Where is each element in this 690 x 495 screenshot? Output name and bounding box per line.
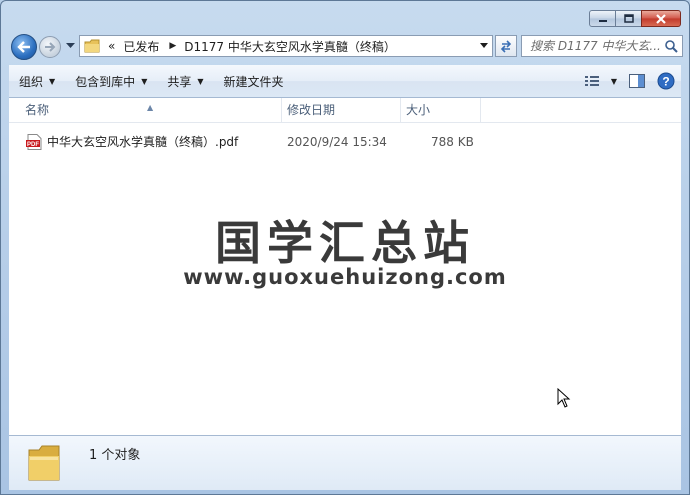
file-list[interactable]: 名称 ▲ 修改日期 大小 PDF 中华大玄空风水学真髓（终稿）.pdf 2020…: [9, 98, 681, 435]
column-size[interactable]: 大小: [401, 98, 481, 122]
recent-pages-dropdown-icon[interactable]: [66, 43, 75, 49]
file-size: 788 KB: [431, 135, 474, 149]
forward-button[interactable]: [39, 36, 61, 58]
include-in-library-label: 包含到库中: [75, 74, 136, 89]
sort-ascending-icon: ▲: [147, 103, 154, 112]
explorer-window: « 已发布 ▶ D1177 中华大玄空风水学真髓（终稿） 搜索 D1177 中华…: [0, 0, 690, 495]
maximize-icon: [623, 14, 634, 23]
search-icon[interactable]: [664, 39, 678, 53]
close-button[interactable]: [641, 10, 681, 27]
organize-label: 组织: [19, 74, 44, 89]
column-name[interactable]: 名称 ▲: [9, 98, 282, 122]
search-input[interactable]: 搜索 D1177 中华大玄...: [521, 35, 683, 57]
details-pane: 1 个对象: [9, 435, 681, 490]
organize-button[interactable]: 组织 ▼: [9, 65, 65, 97]
minimize-icon: [598, 19, 607, 22]
new-folder-button[interactable]: 新建文件夹: [214, 65, 294, 97]
folder-icon: [84, 39, 100, 53]
column-name-label: 名称: [25, 103, 50, 117]
arrow-right-icon: [45, 42, 56, 52]
view-options-button[interactable]: ▼: [584, 75, 617, 87]
share-label: 共享: [167, 74, 192, 89]
chevron-down-icon: ▼: [141, 76, 148, 86]
navigation-bar: « 已发布 ▶ D1177 中华大玄空风水学真髓（终稿） 搜索 D1177 中华…: [9, 33, 683, 60]
include-in-library-button[interactable]: 包含到库中 ▼: [65, 65, 157, 97]
file-row[interactable]: PDF 中华大玄空风水学真髓（终稿）.pdf 2020/9/24 15:34 7…: [9, 132, 681, 152]
pdf-file-icon: PDF: [26, 134, 42, 150]
column-header: 名称 ▲ 修改日期 大小: [9, 98, 681, 123]
chevron-down-icon: ▼: [197, 76, 204, 86]
new-folder-label: 新建文件夹: [223, 74, 284, 89]
breadcrumb-separator-icon[interactable]: ▶: [169, 41, 176, 51]
column-size-label: 大小: [406, 103, 431, 117]
folder-icon: [28, 445, 60, 481]
svg-text:PDF: PDF: [27, 142, 39, 148]
close-icon: [656, 13, 666, 24]
breadcrumb-item-published[interactable]: 已发布: [123, 38, 159, 55]
chevron-down-icon: ▼: [49, 76, 56, 86]
file-modified: 2020/9/24 15:34: [287, 135, 387, 149]
item-count: 1 个对象: [89, 448, 141, 463]
back-button[interactable]: [11, 34, 37, 60]
caption-buttons: [589, 10, 681, 27]
refresh-icon: [500, 40, 512, 53]
preview-pane-icon: [629, 74, 645, 88]
address-dropdown-icon[interactable]: [480, 43, 488, 48]
mouse-cursor-icon: [557, 388, 571, 408]
command-bar: 组织 ▼ 包含到库中 ▼ 共享 ▼ 新建文件夹 ▼ ?: [9, 65, 681, 98]
minimize-button[interactable]: [589, 10, 616, 27]
maximize-button[interactable]: [615, 10, 642, 27]
breadcrumb-item-current[interactable]: D1177 中华大玄空风水学真髓（终稿）: [184, 38, 396, 55]
svg-text:?: ?: [662, 75, 669, 89]
column-modified[interactable]: 修改日期: [282, 98, 401, 122]
file-name[interactable]: 中华大玄空风水学真髓（终稿）.pdf: [47, 132, 238, 152]
watermark-url: www.guoxuehuizong.com: [183, 265, 507, 289]
chevron-down-icon: ▼: [610, 76, 617, 86]
help-icon: ?: [657, 72, 675, 90]
help-button[interactable]: ?: [657, 72, 675, 90]
column-modified-label: 修改日期: [287, 103, 336, 117]
search-placeholder: 搜索 D1177 中华大玄...: [530, 39, 661, 53]
watermark-title: 国学汇总站: [215, 216, 475, 270]
details-view-icon: [584, 76, 599, 86]
address-bar[interactable]: « 已发布 ▶ D1177 中华大玄空风水学真髓（终稿）: [79, 35, 493, 57]
refresh-button[interactable]: [495, 35, 517, 57]
preview-pane-button[interactable]: [629, 74, 645, 88]
toolbar-right-group: ▼ ?: [573, 65, 675, 97]
share-button[interactable]: 共享 ▼: [157, 65, 213, 97]
arrow-left-icon: [17, 41, 30, 53]
breadcrumb-overflow[interactable]: «: [108, 39, 115, 53]
